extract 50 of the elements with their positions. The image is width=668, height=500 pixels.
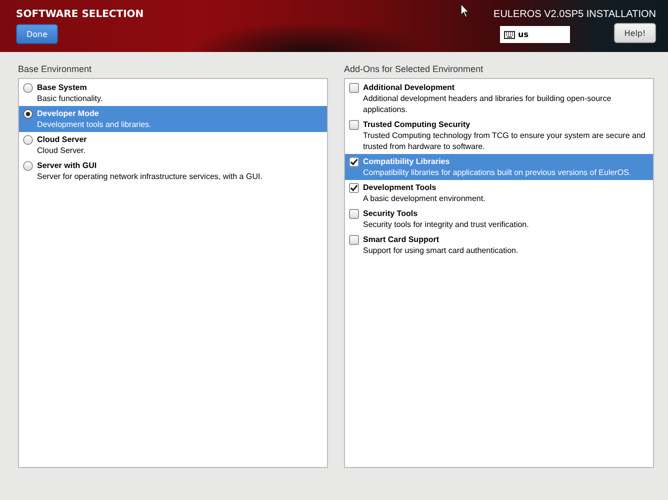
option-name: Development Tools xyxy=(363,182,438,193)
radio-button[interactable] xyxy=(23,83,33,93)
option-name: Additional Development xyxy=(363,82,456,93)
product-title: EULEROS V2.0SP5 INSTALLATION xyxy=(494,9,656,20)
mouse-cursor-icon xyxy=(460,3,470,18)
option-description: Development tools and libraries. xyxy=(37,119,152,130)
option-description: A basic development environment. xyxy=(363,193,486,204)
radio-button[interactable] xyxy=(23,135,33,145)
radio-button[interactable] xyxy=(23,161,33,171)
environment-option[interactable]: Cloud Server Cloud Server. xyxy=(19,132,327,158)
environment-option[interactable]: Base System Basic functionality. xyxy=(19,80,327,106)
addon-option[interactable]: Additional Development Additional development headers and libraries for building open-source applications. xyxy=(345,80,653,117)
checkbox[interactable] xyxy=(349,83,359,93)
keyboard-layout-field[interactable]: us xyxy=(500,26,570,43)
environment-option[interactable]: Server with GUI Server for operating network infrastructure services, with a GUI. xyxy=(19,158,327,184)
checkbox[interactable] xyxy=(349,157,359,167)
addon-option[interactable]: Compatibility Libraries Compatibility libraries for applications built on previous versions of EulerOS. xyxy=(345,154,653,180)
radio-button[interactable] xyxy=(23,109,33,119)
checkbox[interactable] xyxy=(349,235,359,245)
addon-option[interactable]: Development Tools A basic development environment. xyxy=(345,180,653,206)
keyboard-layout-value: us xyxy=(518,30,528,39)
option-name: Security Tools xyxy=(363,208,419,219)
option-description: Basic functionality. xyxy=(37,93,103,104)
checkbox[interactable] xyxy=(349,183,359,193)
option-name: Server with GUI xyxy=(37,160,98,171)
section-heading: Add-Ons for Selected Environment xyxy=(344,64,484,74)
option-description: Cloud Server. xyxy=(37,145,86,156)
option-name: Base System xyxy=(37,82,88,93)
checkbox[interactable] xyxy=(349,120,359,130)
option-description: Additional development headers and libraries for building open-source applications. xyxy=(363,93,612,115)
addon-option[interactable]: Trusted Computing Security Trusted Computing technology from TCG to ensure your system are secure and trusted from hardware to software. xyxy=(345,117,653,154)
option-name: Cloud Server xyxy=(37,134,87,145)
option-description: Security tools for integrity and trust verification. xyxy=(363,219,529,230)
keyboard-icon xyxy=(504,30,515,38)
section-heading: Base Environment xyxy=(18,64,93,74)
option-name: Trusted Computing Security xyxy=(363,119,472,130)
option-description: Support for using smart card authentication. xyxy=(363,245,518,256)
environment-option[interactable]: Developer Mode Development tools and libraries. xyxy=(19,106,327,132)
checkbox[interactable] xyxy=(349,209,359,219)
addon-option[interactable]: Security Tools Security tools for integrity and trust verification. xyxy=(345,206,653,232)
option-description: Compatibility libraries for applications built on previous versions of EulerOS. xyxy=(363,167,632,178)
option-name: Compatibility Libraries xyxy=(363,156,451,167)
option-description: Server for operating network infrastructure services, with a GUI. xyxy=(37,171,262,182)
help-button[interactable]: Help! xyxy=(614,23,656,43)
screen-title: SOFTWARE SELECTION xyxy=(16,9,144,20)
option-name: Smart Card Support xyxy=(363,234,440,245)
option-description: Trusted Computing technology from TCG to ensure your system are secure and trusted from hardware to software. xyxy=(363,130,646,152)
done-button[interactable]: Done xyxy=(16,24,58,44)
addon-option[interactable]: Smart Card Support Support for using smart card authentication. xyxy=(345,232,653,258)
option-name: Developer Mode xyxy=(37,108,100,119)
